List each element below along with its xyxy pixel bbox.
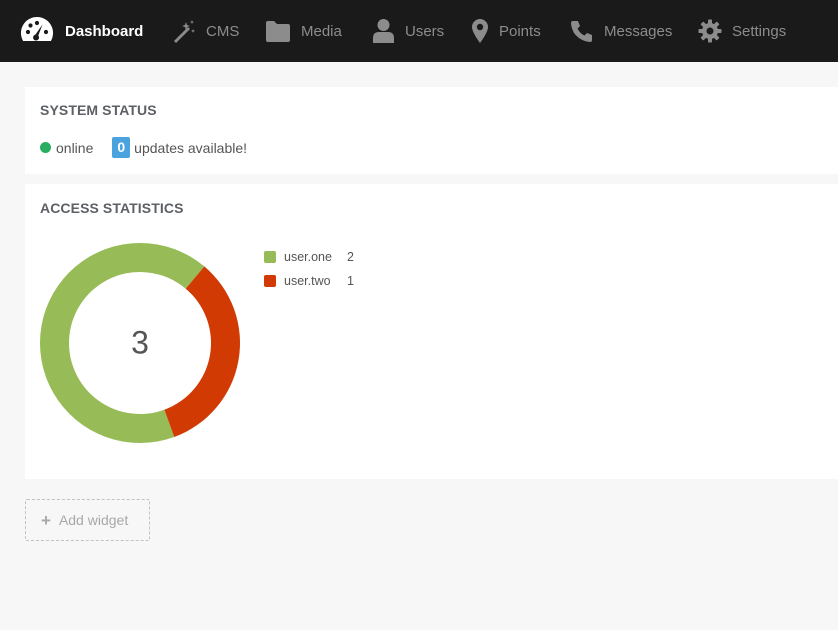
map-marker-icon bbox=[471, 18, 489, 44]
legend-item: user.one 2 bbox=[264, 245, 354, 269]
nav-item-settings[interactable]: Settings bbox=[698, 0, 786, 62]
nav-label: Users bbox=[405, 22, 445, 40]
legend-swatch bbox=[264, 251, 276, 263]
status-indicator-icon bbox=[40, 142, 51, 153]
donut-total-label: 3 bbox=[131, 324, 149, 360]
nav-item-cms[interactable]: CMS bbox=[171, 0, 239, 62]
nav-item-media[interactable]: Media bbox=[264, 0, 342, 62]
add-widget-button[interactable]: + Add widget bbox=[25, 499, 150, 541]
donut-slice-user-two[interactable] bbox=[164, 266, 240, 437]
panel-title: SYSTEM STATUS bbox=[40, 102, 157, 118]
access-donut-chart: 3 bbox=[39, 243, 240, 443]
top-navigation: Dashboard CMS Media Users Points Message… bbox=[0, 0, 838, 62]
nav-label: Messages bbox=[604, 22, 673, 40]
updates-text: updates available! bbox=[134, 139, 248, 156]
magic-wand-icon bbox=[171, 19, 196, 44]
access-statistics-panel: ACCESS STATISTICS 3 user.one 2 user.two … bbox=[25, 184, 838, 479]
panel-title: ACCESS STATISTICS bbox=[40, 200, 184, 216]
updates-count-badge[interactable]: 0 bbox=[112, 137, 131, 158]
legend-value: 2 bbox=[347, 250, 354, 264]
nav-item-users[interactable]: Users bbox=[372, 0, 444, 62]
legend-label: user.one bbox=[284, 250, 332, 264]
gear-icon bbox=[698, 19, 722, 43]
nav-item-messages[interactable]: Messages bbox=[570, 0, 672, 62]
nav-label: CMS bbox=[206, 22, 240, 40]
chart-legend: user.one 2 user.two 1 bbox=[264, 245, 354, 293]
add-widget-label: Add widget bbox=[58, 512, 129, 528]
nav-label: Dashboard bbox=[65, 22, 144, 40]
legend-label: user.two bbox=[284, 274, 331, 288]
nav-label: Points bbox=[499, 22, 541, 40]
phone-icon bbox=[570, 19, 594, 43]
status-row: online 0 updates available! bbox=[40, 137, 247, 158]
legend-item: user.two 1 bbox=[264, 269, 354, 293]
nav-label: Settings bbox=[732, 22, 787, 40]
legend-value: 1 bbox=[347, 274, 354, 288]
plus-icon: + bbox=[41, 510, 51, 530]
nav-item-dashboard[interactable]: Dashboard bbox=[19, 0, 143, 62]
legend-swatch bbox=[264, 275, 276, 287]
system-status-panel: SYSTEM STATUS online 0 updates available… bbox=[25, 87, 838, 174]
user-icon bbox=[372, 18, 395, 44]
nav-label: Media bbox=[301, 22, 342, 40]
nav-item-points[interactable]: Points bbox=[471, 0, 541, 62]
status-text: online bbox=[56, 139, 94, 156]
folder-icon bbox=[264, 20, 291, 43]
dashboard-icon bbox=[19, 15, 55, 47]
